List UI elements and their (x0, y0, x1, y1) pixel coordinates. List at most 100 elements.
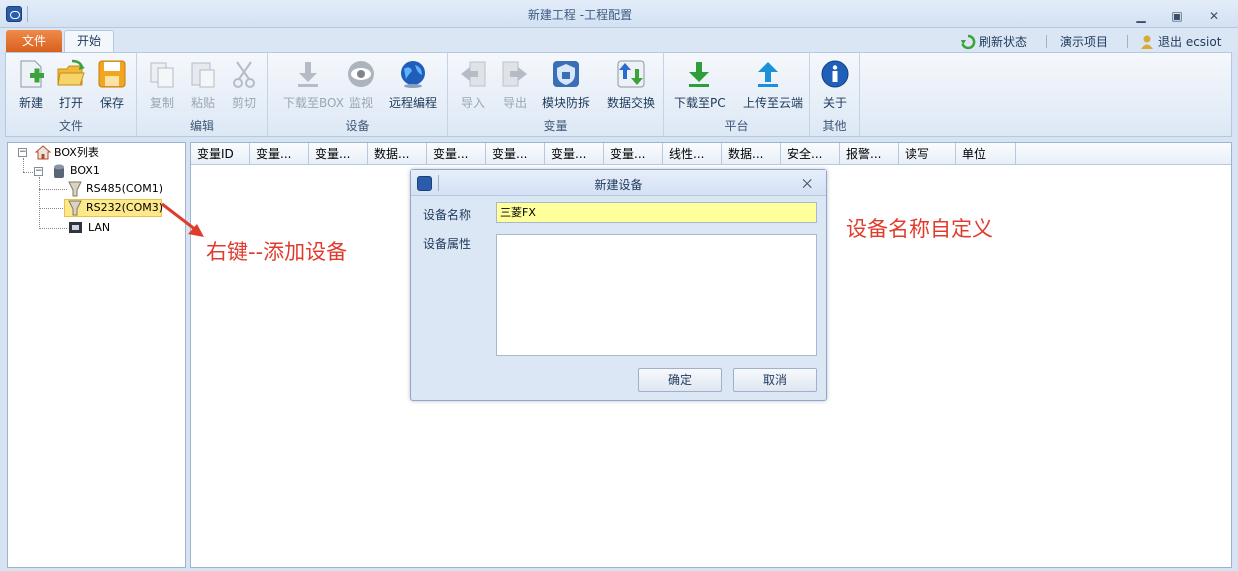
dialog-close-icon[interactable]: ⨉ (802, 177, 812, 192)
about-label: 关于 (822, 96, 847, 110)
save-button[interactable]: 保存 (97, 57, 127, 113)
group-label-file: 文件 (58, 119, 83, 133)
grid-column-header[interactable]: 变量... (486, 143, 545, 165)
device-name-input[interactable]: 三菱FX (496, 202, 817, 223)
refresh-status-label: 刷新状态 (979, 35, 1028, 49)
device-name-label: 设备名称 (423, 208, 472, 222)
monitor-label: 监视 (348, 96, 373, 110)
user-icon (1141, 35, 1153, 49)
device-attr-textarea[interactable] (496, 234, 817, 356)
upload-to-cloud-button[interactable]: 上传至云端 (743, 57, 803, 113)
cut-button[interactable]: 剪切 (229, 57, 259, 113)
tree-node-rs232[interactable]: RS232(COM3) (86, 200, 163, 216)
grid-column-header[interactable]: 变量... (604, 143, 663, 165)
quick-separator (1046, 35, 1047, 48)
data-exchange-button[interactable]: 数据交换 (607, 57, 655, 113)
cut-label: 剪切 (231, 96, 256, 110)
cancel-button[interactable]: 取消 (733, 368, 817, 392)
tree-collapse-icon[interactable]: − (18, 148, 27, 157)
save-disk-icon (98, 60, 126, 88)
tree-node-box1[interactable]: BOX1 (70, 163, 100, 179)
open-button[interactable]: 打开 (56, 57, 86, 113)
box-device-icon (54, 164, 64, 178)
copy-icon (150, 62, 174, 88)
tree-line (23, 172, 33, 173)
eye-icon (348, 61, 374, 87)
module-protect-label: 模块防拆 (541, 96, 590, 110)
ribbon-tab-row: 文件 开始 刷新状态 演示项目 退出 ecsiot (0, 28, 1238, 53)
group-device: 下载至BOX 监视 远程编程 设备 (268, 53, 448, 136)
tree-root-box-list[interactable]: BOX列表 (54, 145, 99, 161)
ribbon-panel: 新建 打开 保存 文件 复制 粘贴 剪切 编辑 下载至BOX 监视 远程编程 设… (5, 52, 1232, 137)
grid-column-header[interactable]: 变量... (250, 143, 309, 165)
info-icon (821, 60, 849, 88)
grid-column-header[interactable]: 数据... (368, 143, 427, 165)
scissors-icon (233, 61, 255, 88)
module-protect-button[interactable]: 模块防拆 (542, 57, 590, 113)
export-button[interactable]: 导出 (500, 57, 530, 113)
paste-button[interactable]: 粘贴 (188, 57, 218, 113)
download-to-box-button[interactable]: 下载至BOX (283, 57, 344, 113)
new-file-icon (20, 60, 44, 88)
import-button[interactable]: 导入 (458, 57, 488, 113)
demo-project-button[interactable]: 演示项目 (1060, 33, 1108, 51)
ok-button[interactable]: 确定 (638, 368, 722, 392)
tree-node-rs485[interactable]: RS485(COM1) (86, 181, 163, 197)
remote-programming-label: 远程编程 (388, 96, 437, 110)
title-bar: 新建工程 -工程配置 ▁ ▣ ✕ (0, 0, 1238, 28)
tab-file[interactable]: 文件 (6, 30, 62, 52)
grid-column-header[interactable]: 数据... (722, 143, 781, 165)
grid-header: 变量ID 变量... 变量... 数据... 变量... 变量... 变量... 变量... 线… (191, 143, 1231, 165)
grid-column-header[interactable]: 变量... (545, 143, 604, 165)
download-to-pc-label: 下载至PC (674, 96, 726, 110)
download-arrow-icon (298, 62, 318, 87)
dialog-title: 新建设备 (594, 178, 643, 192)
group-other: 关于 其他 (810, 53, 860, 136)
shield-lock-icon (553, 61, 579, 87)
new-device-dialog: 新建设备 ⨉ 设备名称 三菱FX 设备属性 确定 取消 (410, 169, 827, 401)
minimize-icon[interactable]: ▁ (1131, 9, 1151, 23)
remote-programming-button[interactable]: 远程编程 (389, 57, 437, 113)
annotation-arrow-icon (161, 202, 204, 237)
tree-collapse-icon[interactable]: − (34, 167, 43, 176)
group-label-variable: 变量 (543, 119, 568, 133)
tree-node-lan[interactable]: LAN (88, 220, 110, 236)
save-label: 保存 (99, 96, 124, 110)
open-folder-icon (57, 59, 85, 86)
grid-column-header[interactable]: 变量... (309, 143, 368, 165)
grid-column-header[interactable]: 单位 (956, 143, 1016, 165)
close-icon[interactable]: ✕ (1204, 9, 1224, 23)
tab-start[interactable]: 开始 (64, 30, 114, 53)
new-button[interactable]: 新建 (16, 57, 46, 113)
upload-to-cloud-label: 上传至云端 (743, 96, 804, 110)
export-icon (502, 61, 527, 87)
dialog-title-bar: 新建设备 ⨉ (411, 170, 826, 196)
logout-label: 退出 ecsiot (1158, 35, 1222, 49)
group-label-platform: 平台 (724, 119, 749, 133)
maximize-icon[interactable]: ▣ (1167, 9, 1187, 23)
about-button[interactable]: 关于 (820, 57, 850, 113)
tree-line (39, 177, 40, 229)
tree-line (39, 228, 67, 229)
download-to-pc-button[interactable]: 下载至PC (674, 57, 726, 113)
exchange-arrows-icon (617, 60, 645, 88)
serial-port-icon (68, 200, 82, 216)
group-edit: 复制 粘贴 剪切 编辑 (137, 53, 268, 136)
grid-column-header[interactable]: 报警... (840, 143, 899, 165)
export-label: 导出 (502, 96, 527, 110)
tree-line (23, 158, 24, 172)
grid-column-header[interactable]: 读写 (899, 143, 956, 165)
grid-column-header[interactable]: 变量... (427, 143, 486, 165)
download-to-box-label: 下载至BOX (283, 96, 344, 110)
copy-button[interactable]: 复制 (147, 57, 177, 113)
monitor-button[interactable]: 监视 (346, 57, 376, 113)
quick-separator (1127, 35, 1128, 48)
tree-line (39, 208, 63, 209)
grid-column-header[interactable]: 安全... (781, 143, 840, 165)
data-exchange-label: 数据交换 (606, 96, 655, 110)
grid-column-header[interactable]: 变量ID (191, 143, 250, 165)
lan-port-icon (69, 222, 82, 233)
grid-column-header[interactable]: 线性... (663, 143, 722, 165)
group-label-other: 其他 (822, 119, 847, 133)
group-file: 新建 打开 保存 文件 (6, 53, 137, 136)
